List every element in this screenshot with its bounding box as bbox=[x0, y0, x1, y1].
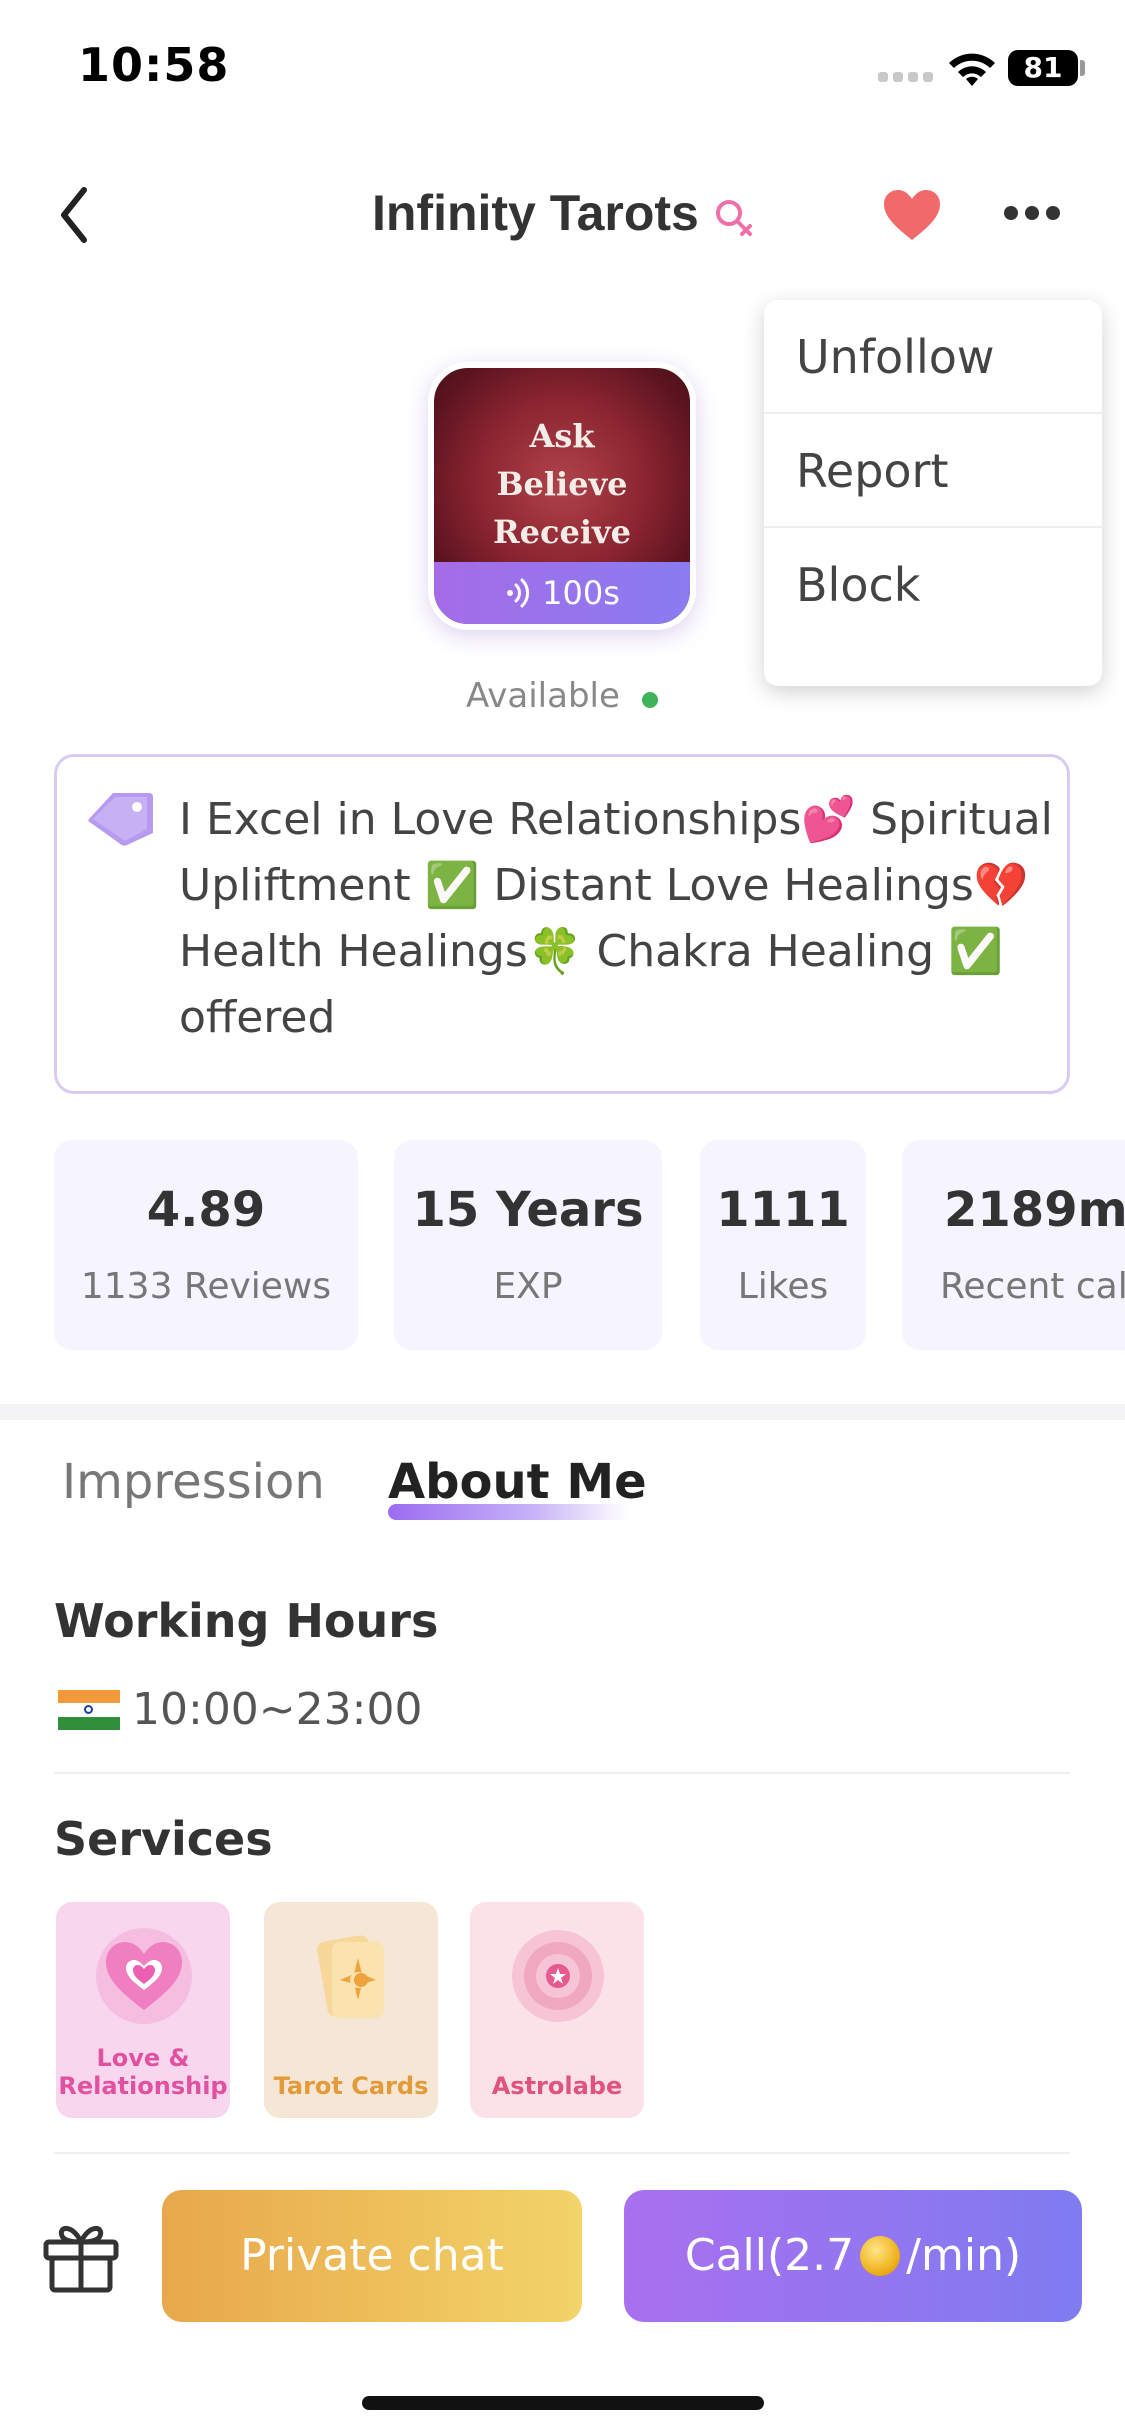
back-arrow-icon[interactable] bbox=[50, 180, 100, 250]
service-label: Astrolabe bbox=[491, 2072, 623, 2100]
service-label: Tarot Cards bbox=[273, 2072, 429, 2100]
stat-label: EXP bbox=[493, 1266, 563, 1307]
status-time: 10:58 bbox=[78, 38, 230, 92]
stat-experience: 15 Years EXP bbox=[394, 1140, 662, 1350]
battery-tip bbox=[1080, 60, 1085, 76]
stat-label: 1133 Reviews bbox=[80, 1266, 332, 1307]
divider bbox=[54, 2152, 1070, 2154]
more-options-icon[interactable] bbox=[1002, 202, 1062, 226]
call-rate-unit: /min) bbox=[906, 2230, 1022, 2281]
heart-icon bbox=[96, 1928, 192, 2024]
online-status-dot bbox=[642, 692, 658, 708]
services-title: Services bbox=[54, 1812, 273, 1866]
india-flag-icon bbox=[58, 1690, 120, 1730]
tab-about-me[interactable]: About Me bbox=[388, 1454, 647, 1510]
favorite-heart-icon[interactable] bbox=[882, 188, 942, 242]
avatar[interactable]: Ask Believe Receive 100s bbox=[428, 362, 696, 630]
service-label: Love & Relationship bbox=[58, 2044, 228, 2100]
stat-label: Likes bbox=[737, 1266, 829, 1307]
battery-indicator: 81 bbox=[1008, 50, 1078, 86]
audio-duration: 100s bbox=[542, 574, 620, 612]
gift-icon[interactable] bbox=[40, 2218, 122, 2294]
sound-wave-icon bbox=[507, 578, 530, 608]
stat-value: 4.89 bbox=[146, 1182, 266, 1238]
voice-intro-bar[interactable]: 100s bbox=[434, 562, 690, 624]
astrolabe-icon bbox=[512, 1930, 604, 2022]
working-hours-title: Working Hours bbox=[54, 1594, 439, 1648]
intro-card: I Excel in Love Relationships💕 Spiritual… bbox=[54, 754, 1070, 1094]
stat-label: Recent calls bbox=[940, 1266, 1125, 1307]
call-button[interactable]: Call(2.7/min) bbox=[624, 2190, 1082, 2322]
home-indicator bbox=[362, 2396, 764, 2410]
menu-item-block[interactable]: Block bbox=[764, 528, 1102, 642]
more-options-menu: Unfollow Report Block bbox=[764, 300, 1102, 686]
stat-value: 15 Years bbox=[412, 1182, 644, 1238]
menu-item-report[interactable]: Report bbox=[764, 414, 1102, 528]
service-love-relationship[interactable]: Love & Relationship bbox=[56, 1902, 230, 2118]
coin-icon bbox=[860, 2236, 901, 2276]
working-hours-value: 10:00~23:00 bbox=[132, 1684, 423, 1735]
service-astrolabe[interactable]: Astrolabe bbox=[470, 1902, 644, 2118]
private-chat-button[interactable]: Private chat bbox=[162, 2190, 582, 2322]
service-tarot-cards[interactable]: Tarot Cards bbox=[264, 1902, 438, 2118]
female-gender-icon bbox=[716, 200, 752, 236]
tab-impression[interactable]: Impression bbox=[62, 1454, 325, 1510]
tarot-card-icon bbox=[317, 1935, 384, 2018]
page-title: Infinity Tarots bbox=[372, 185, 699, 241]
section-divider bbox=[0, 1404, 1125, 1420]
divider bbox=[54, 1772, 1070, 1774]
price-tag-icon bbox=[88, 793, 153, 846]
menu-item-unfollow[interactable]: Unfollow bbox=[764, 300, 1102, 414]
avatar-seal-text: Ask Believe Receive bbox=[493, 417, 631, 551]
call-price-label: Call(2.7 bbox=[684, 2230, 855, 2281]
stat-value: 1111 bbox=[716, 1182, 850, 1238]
stat-rating[interactable]: 4.89 1133 Reviews bbox=[54, 1140, 358, 1350]
intro-text: I Excel in Love Relationships💕 Spiritual… bbox=[179, 794, 1053, 1043]
wifi-icon bbox=[949, 53, 995, 86]
availability-status: Available bbox=[466, 676, 620, 716]
stat-value: 2189min bbox=[944, 1182, 1125, 1238]
cellular-signal-icon bbox=[878, 72, 934, 82]
stat-recent-calls: 2189min Recent calls bbox=[902, 1140, 1125, 1350]
stat-likes: 1111 Likes bbox=[700, 1140, 866, 1350]
